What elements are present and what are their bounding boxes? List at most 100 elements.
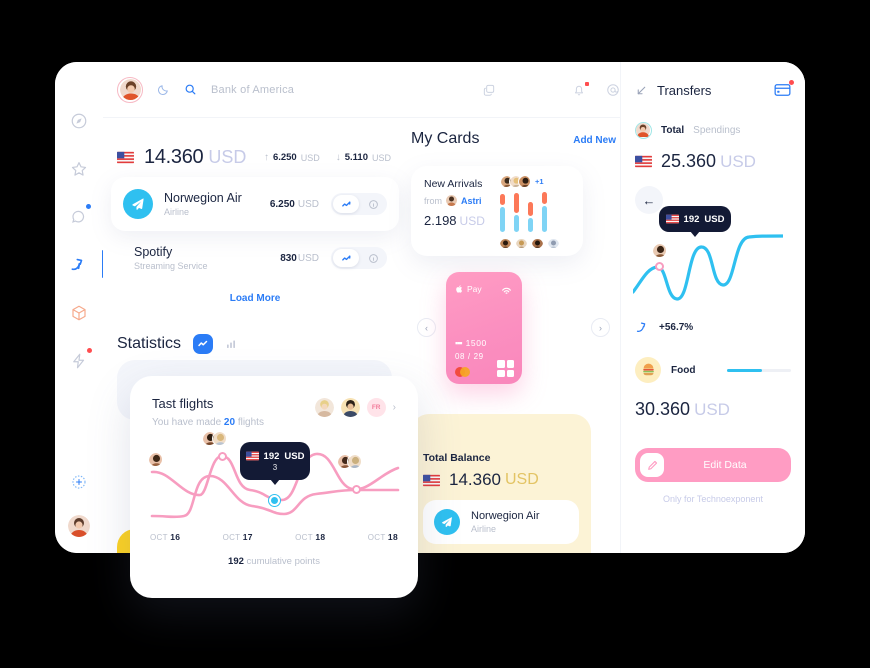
category-amount: 30.360 USD [635,399,730,419]
chart-avatar [347,454,362,469]
total-balance-label: Total Balance [423,452,491,464]
sidebar-item-box[interactable] [68,302,90,324]
tooltip-value: 192 [683,213,700,225]
arrival-avatar-row [500,237,574,248]
back-button[interactable]: ← [635,186,663,214]
list-item-name: Norwegion Air [471,510,540,522]
tooltip-currency: USD [284,450,305,462]
tooltip-currency: USD [704,213,725,225]
sidebar [55,62,104,553]
transaction-list: Norwegion Air Airline 6.250 USD Spotify … [111,177,399,553]
edit-data-label: Edit Data [703,459,747,471]
new-arrivals-card[interactable]: New Arrivals from Astri 2.198 USD +1 [411,166,583,256]
chart-avatar [652,243,667,258]
user-avatar[interactable] [117,76,143,103]
arrow-up-icon: ↑ [263,152,269,163]
balance-amount: 14.360 [144,146,204,168]
total-spendings-row: Total Spendings [635,122,791,139]
arrival-bars [500,192,574,232]
avatar[interactable] [314,398,334,417]
chart-point-active[interactable] [269,495,280,506]
transaction-amount: 6.250 USD [269,198,319,210]
moon-icon[interactable] [157,83,170,96]
transaction-chart-toggle[interactable] [331,247,387,269]
extra-avatars-count: +1 [535,177,544,186]
avatar-stack: +1 [500,175,574,188]
balance-row: 14.360 USD ↑ 6.250 USD ↓ 5.110 USD [117,146,395,169]
table-row[interactable]: Norwegion Air Airline 6.250 USD [111,177,399,231]
avatar [635,122,652,139]
mastercard-icon [455,367,470,377]
chat-badge-dot [86,204,91,209]
contactless-icon [500,282,513,295]
sidebar-item-star[interactable] [68,158,90,180]
tooltip-value: 192 [263,450,280,462]
sidebar-item-compass[interactable] [68,110,90,132]
credit-card[interactable]: Pay ▪▪▪ 1500 08 / 29 [446,272,522,384]
category-progress [727,368,791,372]
income-currency: USD [300,152,320,163]
line-chart-icon [333,249,359,267]
info-icon[interactable] [359,253,387,264]
statistics-header: Statistics [117,334,237,354]
sidebar-item-chat[interactable] [68,204,91,228]
avatar [446,195,457,206]
sidebar-avatar[interactable] [68,515,90,537]
credit-card-icon[interactable] [774,80,794,97]
transaction-name: Spotify [134,245,173,259]
sidebar-item-trends[interactable] [68,250,104,278]
outcome-value: 5.110 [344,152,368,163]
us-flag-icon [665,214,679,224]
card-expiry: 08 / 29 [455,352,484,361]
sidebar-item-activity[interactable] [68,348,92,372]
screen: Bank of America 14.360 USD ↑ 6.250 USD ↓… [0,0,870,668]
list-item-sub: Airline [471,524,497,534]
chart-tooltip: 192 USD [659,206,731,237]
avatar[interactable] [340,398,360,417]
flights-count: 20 [223,417,236,428]
edit-data-button[interactable]: Edit Data [635,448,791,482]
card-badge-dot [789,80,794,85]
avatar [532,237,543,248]
category-row[interactable]: Food [635,357,791,383]
tab-line-chart[interactable] [193,334,214,354]
bar-column [542,192,547,232]
apple-pay-label: Pay [467,283,482,294]
avatar [518,175,531,188]
activity-badge-dot [87,348,92,353]
search-icon[interactable] [184,83,197,96]
page-title: Statistics [117,335,182,352]
arrow-down-icon: ↓ [335,152,341,163]
total-label: Total [661,125,685,136]
chart-point [218,452,227,461]
qr-icon [497,360,514,377]
status-badge[interactable]: FR [366,398,386,417]
spendings-amount-row: 25.360 USD [635,151,791,172]
transaction-name: Norwegion Air [164,191,242,205]
chart-footer: 192 cumulative points [228,556,320,567]
add-new-button[interactable]: Add New [573,135,616,146]
apple-icon [455,284,464,294]
tab-bar-chart[interactable] [225,338,237,350]
list-item[interactable]: Norwegion Air Airline [423,500,579,544]
load-more-button[interactable]: Load More [111,293,399,304]
us-flag-icon [117,151,134,164]
table-row[interactable]: Spotify Streaming Service 830USD [111,231,399,553]
avatar [500,237,511,248]
arrow-down-left-icon[interactable] [635,84,648,97]
new-arrivals-from-name: Astri [461,195,482,206]
cumulative-points-value: 192 [228,556,244,567]
my-cards-column: My Cards Add New New Arrivals from Astri… [405,62,620,553]
transaction-chart-toggle[interactable] [331,193,387,215]
total-balance-amount-row: 14.360 USD [423,470,579,490]
chevron-right-icon[interactable]: › [393,402,396,413]
carousel-prev-button[interactable]: ‹ [417,318,436,337]
sidebar-item-settings[interactable] [68,471,90,493]
info-icon[interactable] [359,199,387,210]
spendings-amount: 25.360 [661,151,717,171]
airplane-icon [434,509,460,535]
total-balance-amount: 14.360 [449,470,501,489]
us-flag-icon [635,155,652,168]
carousel-next-button[interactable]: › [591,318,610,337]
transaction-sub: Streaming Service [134,261,208,271]
